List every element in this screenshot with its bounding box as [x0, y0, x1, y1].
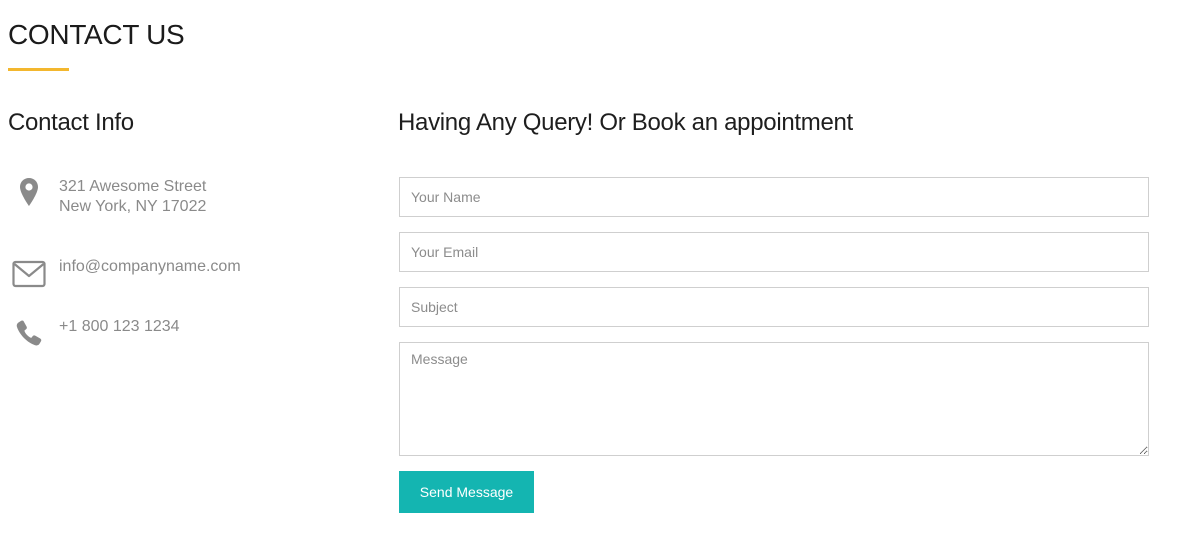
subject-input[interactable]: [399, 287, 1149, 327]
email-item: info@companyname.com: [8, 257, 241, 293]
name-input[interactable]: [399, 177, 1149, 217]
contact-info-heading: Contact Info: [8, 109, 134, 136]
envelope-icon: [8, 257, 50, 293]
form-heading: Having Any Query! Or Book an appointment: [398, 109, 853, 136]
email-address: info@companyname.com: [59, 258, 241, 275]
contact-section: CONTACT US Contact Info 321 Awesome Stre…: [0, 0, 1177, 557]
phone-item: +1 800 123 1234: [8, 317, 180, 353]
address-line-2: New York, NY 17022: [59, 198, 207, 215]
map-marker-icon: [8, 177, 50, 213]
address-item: 321 Awesome Street New York, NY 17022: [8, 177, 206, 217]
address-text: 321 Awesome Street New York, NY 17022: [59, 177, 206, 217]
email-text: info@companyname.com: [59, 257, 241, 277]
phone-text: +1 800 123 1234: [59, 317, 180, 337]
title-underline: [8, 68, 69, 71]
page-title: CONTACT US: [8, 19, 185, 50]
send-message-button[interactable]: Send Message: [399, 471, 534, 513]
email-input[interactable]: [399, 232, 1149, 272]
phone-number: +1 800 123 1234: [59, 318, 180, 335]
message-textarea[interactable]: [399, 342, 1149, 456]
phone-icon: [8, 317, 50, 353]
address-line-1: 321 Awesome Street: [59, 178, 207, 195]
